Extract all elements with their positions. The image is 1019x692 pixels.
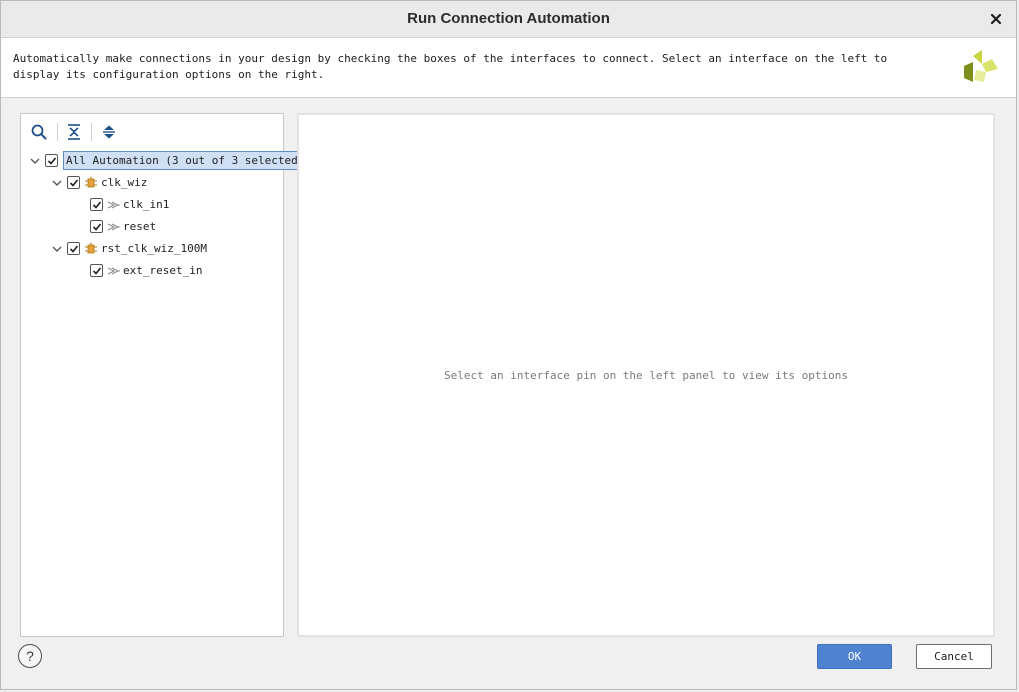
root-checkbox[interactable] xyxy=(45,154,58,167)
expand-all-button[interactable] xyxy=(99,122,119,142)
tree-leaf-row[interactable]: clk_in1 xyxy=(21,195,283,215)
collapse-all-button[interactable] xyxy=(64,122,84,142)
tree-group-label[interactable]: clk_wiz xyxy=(101,175,147,190)
chevron-down-icon[interactable] xyxy=(51,177,63,189)
checkmark-icon xyxy=(69,244,78,253)
checkmark-icon xyxy=(69,178,78,187)
tree-root-row[interactable]: All Automation (3 out of 3 selected) xyxy=(21,151,308,171)
tree-group-row[interactable]: rst_clk_wiz_100M xyxy=(21,239,283,259)
cancel-button[interactable]: Cancel xyxy=(916,644,992,669)
tree-leaf-row[interactable]: reset xyxy=(21,217,283,237)
toolbar-separator xyxy=(91,123,92,141)
leaf-checkbox[interactable] xyxy=(90,264,103,277)
options-hint-text: Select an interface pin on the left pane… xyxy=(444,369,848,382)
chevron-down-icon[interactable] xyxy=(29,155,41,167)
description-text: Automatically make connections in your d… xyxy=(13,52,888,81)
ip-block-icon xyxy=(85,176,97,188)
checkmark-icon xyxy=(92,222,101,231)
help-button[interactable]: ? xyxy=(18,644,42,668)
search-button[interactable] xyxy=(29,122,49,142)
group-checkbox[interactable] xyxy=(67,176,80,189)
tree-toolbar xyxy=(21,114,283,148)
tree-group-label[interactable]: rst_clk_wiz_100M xyxy=(101,241,207,256)
tree-root-label[interactable]: All Automation (3 out of 3 selected) xyxy=(63,151,308,170)
automation-tree-panel: All Automation (3 out of 3 selected) clk… xyxy=(20,113,308,637)
checkmark-icon xyxy=(92,200,101,209)
close-icon xyxy=(990,13,1002,25)
tree-leaf-row[interactable]: ext_reset_in xyxy=(21,261,283,281)
title-bar: Run Connection Automation xyxy=(1,1,1016,38)
tree-leaf-label[interactable]: clk_in1 xyxy=(123,197,169,212)
help-icon: ? xyxy=(26,648,34,664)
options-panel: Select an interface pin on the left pane… xyxy=(297,113,995,637)
close-button[interactable] xyxy=(986,9,1006,29)
ip-block-icon xyxy=(85,242,97,254)
interface-pin-icon xyxy=(107,267,120,275)
group-checkbox[interactable] xyxy=(67,242,80,255)
checkmark-icon xyxy=(92,266,101,275)
leaf-checkbox[interactable] xyxy=(90,198,103,211)
chevron-down-icon[interactable] xyxy=(51,243,63,255)
interface-pin-icon xyxy=(107,201,120,209)
run-connection-automation-dialog: Run Connection Automation Automatically … xyxy=(0,0,1017,690)
tree-leaf-label[interactable]: ext_reset_in xyxy=(123,263,202,278)
search-icon xyxy=(31,124,47,140)
interface-pin-icon xyxy=(107,223,120,231)
tree-group-row[interactable]: clk_wiz xyxy=(21,173,283,193)
leaf-checkbox[interactable] xyxy=(90,220,103,233)
toolbar-separator xyxy=(57,123,58,141)
expand-all-icon xyxy=(103,125,115,139)
checkmark-icon xyxy=(47,156,56,165)
xilinx-logo-icon xyxy=(964,50,998,82)
collapse-all-icon xyxy=(68,124,80,140)
dialog-title: Run Connection Automation xyxy=(407,10,610,27)
ok-button[interactable]: OK xyxy=(817,644,892,669)
tree-leaf-label[interactable]: reset xyxy=(123,219,156,234)
description-header: Automatically make connections in your d… xyxy=(1,38,1016,98)
